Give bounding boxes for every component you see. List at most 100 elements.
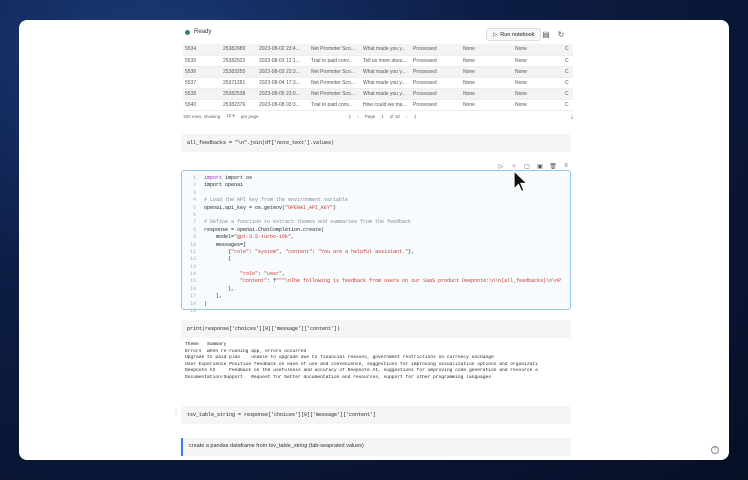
table-cell: 25371281 [221, 77, 257, 89]
table-cell: How could we ma... [361, 99, 411, 111]
table-cell: Processed [411, 88, 461, 100]
refresh-icon[interactable]: ↻ [556, 29, 566, 39]
table-cell: Processed [411, 66, 461, 78]
pager-prev-icon[interactable]: ‹ [357, 114, 359, 119]
table-cell: C [563, 44, 573, 56]
pager-first-icon[interactable]: |‹ [349, 114, 352, 119]
code-l1: import os [225, 175, 253, 181]
table-cell: Net Promoter Sco... [309, 66, 361, 78]
table-cell: Processed [411, 77, 461, 89]
more-icon[interactable]: ≡ [562, 162, 570, 170]
line-number: 9 [192, 234, 196, 241]
line-number: 11 [189, 248, 196, 255]
line-number: 17 [189, 293, 196, 300]
run-notebook-label: Run notebook [500, 31, 535, 38]
code-l5b: "OPENAI_API_KEY" [285, 204, 334, 211]
code-l9b: "gpt-3.5-turbo-16k" [234, 234, 292, 241]
code-l16: ], [204, 293, 223, 300]
line-number: 1 [192, 175, 196, 181]
pager-next-icon[interactable]: › [406, 114, 408, 119]
pager-size-select[interactable]: 10 ▾ [226, 113, 235, 119]
output-line: Deepnote AI Feedback on the usefulness a… [185, 368, 538, 374]
download-icon[interactable]: ⤓ [571, 114, 573, 119]
code-l5c: ) [333, 204, 337, 211]
table-row: 5534 25382989 2023-08-02 23:4... Net Promot… [183, 44, 573, 56]
top-bar: Ready ▷ Run notebook ▤ ↻ [19, 20, 729, 46]
ai-icon[interactable]: ✧ [510, 162, 518, 170]
table-cell: None [461, 55, 513, 67]
line-number: 12 [189, 256, 196, 263]
table-cell: What made you y... [361, 77, 411, 89]
pager-page-input[interactable]: 1 [381, 114, 384, 119]
code-editor[interactable]: import import os import openai # Load th… [204, 175, 566, 308]
table-cell: 5534 [183, 44, 221, 56]
line-number: 8 [192, 226, 196, 233]
code-l7: # Define a function to extract themes an… [204, 219, 412, 226]
table-cell: What made you y... [361, 88, 411, 100]
table-cell: 25382376 [221, 99, 257, 111]
table-cell: None [461, 44, 513, 56]
table-cell: 2023-08-08 03:3... [257, 99, 309, 111]
table-cell: None [461, 99, 513, 111]
pager-of-label: of 18 [389, 113, 400, 119]
code-line: all_feedbacks = "\n".join(df['note_text'… [187, 140, 335, 146]
mouse-cursor-icon [513, 170, 529, 193]
line-number: 16 [189, 285, 196, 292]
table-row: 5536 25383255 2023-08-03 22:3... Net Promot… [183, 66, 573, 78]
delete-icon[interactable]: 🗑 [549, 162, 557, 170]
play-icon: ▷ [493, 31, 498, 38]
code-l11a: { [204, 248, 232, 255]
table-cell: None [461, 66, 513, 78]
table-cell: None [513, 77, 563, 89]
table-cell: 5538 [183, 88, 221, 100]
table-cell: Net Promoter Sco... [309, 88, 361, 100]
code-l8: response = openai.ChatCompletion.create( [204, 226, 325, 233]
text-cell[interactable]: create a pandas dataframe from tsv_table… [181, 438, 571, 456]
line-number: 10 [189, 241, 196, 248]
line-number: 19 [189, 308, 196, 315]
status-dot-icon [185, 29, 190, 35]
code-l11f: "content" [285, 248, 313, 255]
run-cell-icon[interactable]: ▷ [497, 162, 505, 170]
code-l12: { [204, 256, 232, 263]
run-notebook-button[interactable]: ▷ Run notebook [486, 28, 542, 41]
cell-output: Theme Summary Errors when re-running app,… [185, 342, 569, 382]
code-l13a [204, 271, 240, 277]
table-cell: Trial to paid conv... [309, 55, 361, 67]
table-cell: Tell us more abou... [361, 55, 411, 67]
code-line: print(response['choices'][0]['message'][… [187, 326, 341, 332]
code-l11d: "system" [255, 248, 280, 255]
code-l13d: "user" [264, 271, 283, 278]
comment-icon[interactable]: ▢ [523, 162, 531, 170]
table-cell: 25382989 [221, 44, 257, 56]
line-number: 15 [189, 278, 196, 285]
output-line: Theme Summary [185, 342, 227, 347]
code-cell-join[interactable]: all_feedbacks = "\n".join(df['note_text'… [181, 134, 571, 152]
table-cell: None [513, 99, 563, 111]
line-number: 3 [192, 189, 196, 196]
table-cell: None [513, 55, 563, 67]
kernel-status: Ready [185, 29, 211, 35]
line-numbers: 1 2 3 4 5 6 7 8 9 10 11 12 13 14 15 16 17 18 19 [182, 175, 196, 315]
table-cell: 5535 [183, 55, 221, 67]
code-cell-tsv[interactable]: tsv_table_string = response['choices'][0… [181, 406, 571, 424]
table-cell: 2023-08-03 22:3... [257, 66, 309, 78]
pager-last-icon[interactable]: ›| [413, 114, 416, 119]
code-l9c: , [291, 234, 295, 241]
schedule-icon[interactable]: ▤ [541, 29, 551, 39]
table-cell: Net Promoter Sco... [309, 77, 361, 89]
help-icon[interactable]: ? [711, 446, 719, 454]
code-l11b: "role" [231, 248, 250, 255]
dataframe-table: 5534 25382989 2023-08-02 23:4... Net Promot… [183, 44, 573, 111]
code-l14a [204, 278, 240, 284]
output-icon[interactable]: ▣ [536, 162, 544, 170]
table-row: 5537 25371281 2023-08-04 17:3... Net Promot… [183, 77, 573, 89]
code-l4: # Load the API key from the environment … [204, 197, 349, 204]
output-line: Errors when re-running app, errors occur… [185, 348, 307, 354]
table-cell: None [513, 44, 563, 56]
code-cell-print[interactable]: print(response['choices'][0]['message'][… [181, 320, 571, 338]
table-cell: Net Promoter Sco... [309, 44, 361, 56]
table-cell: Processed [411, 55, 461, 67]
cell-toolbar: ▷ ✧ ▢ ▣ 🗑 ≡ [497, 162, 570, 170]
table-cell: C [563, 66, 573, 78]
